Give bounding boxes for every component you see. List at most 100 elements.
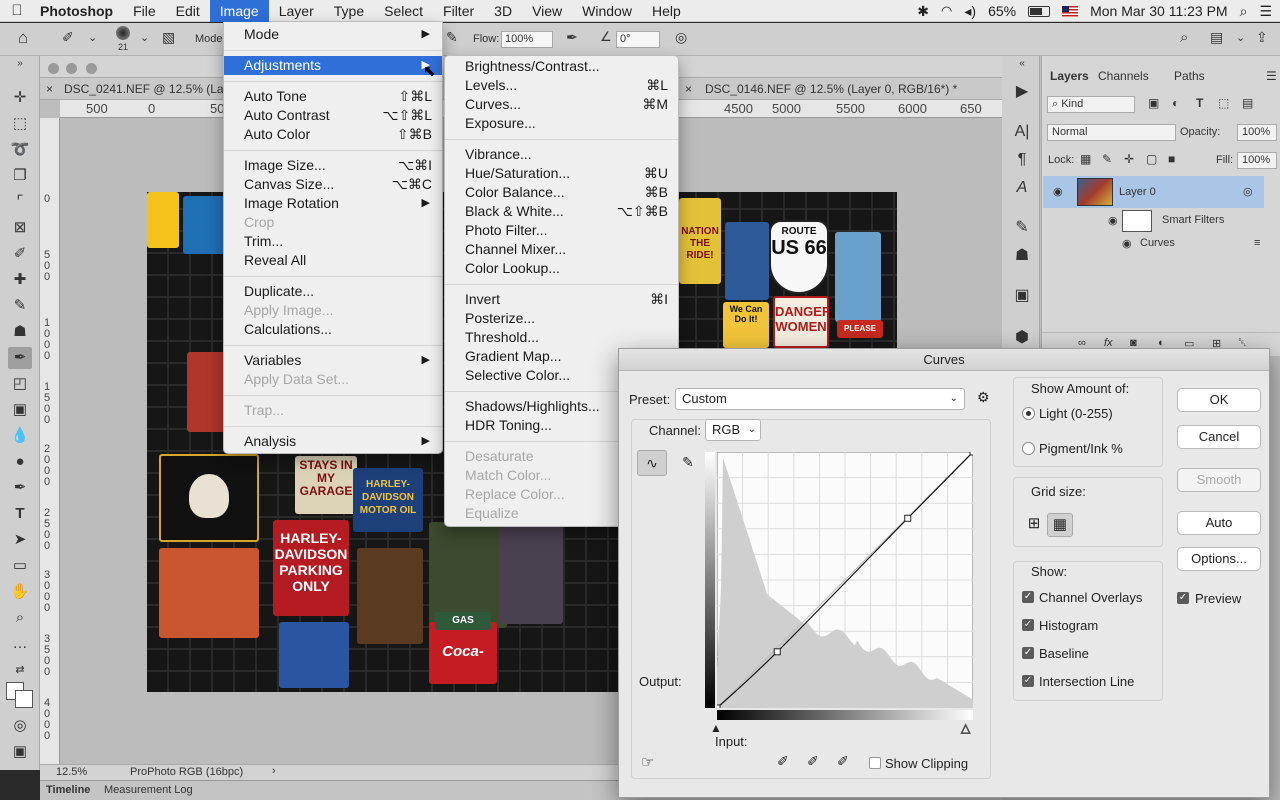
close-tab-icon[interactable]: × [46, 78, 56, 100]
image-menu-item-trim[interactable]: Trim... [224, 232, 442, 251]
gear-icon[interactable]: ⚙ [977, 389, 990, 406]
airbrush-icon[interactable]: ✒ [566, 29, 578, 46]
clone-source-icon[interactable]: ☗ [1012, 246, 1032, 266]
spotlight-search-icon[interactable]: ⌕ [1240, 3, 1248, 20]
tab-dsc-0146[interactable]: DSC_0146.NEF @ 12.5% (Layer 0, RGB/16*) … [705, 78, 1000, 100]
adjustments-item-black-white[interactable]: Black & White... ⌥⇧⌘B [445, 202, 678, 221]
workspace-icon[interactable]: ▤ [1210, 29, 1223, 46]
minimize-window-icon[interactable] [66, 63, 77, 74]
cancel-button[interactable]: Cancel [1177, 425, 1261, 449]
brush-settings-icon[interactable]: ▧ [162, 29, 175, 46]
filter-shape-icon[interactable]: ⬚ [1218, 96, 1229, 110]
dodge-tool-icon[interactable]: ● [8, 451, 32, 473]
more-tools-icon[interactable]: … [8, 633, 32, 655]
adjustments-item-levels[interactable]: Levels... ⌘L [445, 76, 678, 95]
light-radio[interactable] [1022, 407, 1035, 420]
screen-mode-icon[interactable]: ▣ [8, 741, 32, 763]
type-tool-icon[interactable]: T [8, 503, 32, 525]
curve-control-point[interactable] [969, 452, 973, 456]
image-menu-item-adjustments[interactable]: Adjustments ▶ [224, 56, 442, 75]
targeted-adjustment-icon[interactable]: ☞ [641, 753, 654, 771]
tab-layers[interactable]: Layers [1050, 69, 1089, 83]
frame-tool-icon[interactable]: ⊠ [8, 217, 32, 239]
menu-file[interactable]: File [123, 0, 166, 22]
character-panel-icon[interactable]: A| [1012, 122, 1032, 142]
wifi-icon[interactable]: ◠ [941, 3, 952, 19]
zoom-tool-icon[interactable]: ⌕ [8, 607, 32, 629]
home-icon[interactable]: ⌂ [18, 28, 28, 48]
smart-filter-mask-thumbnail[interactable] [1122, 210, 1152, 232]
lock-artboard-icon[interactable]: ▢ [1146, 152, 1157, 166]
tab-timeline[interactable]: Timeline [46, 784, 90, 796]
history-brush-tool-icon[interactable]: ✒ [8, 347, 32, 369]
tab-channels[interactable]: Channels [1098, 69, 1149, 83]
image-menu-item-mode[interactable]: Mode ▶ [224, 25, 442, 44]
intersection-line-checkbox[interactable]: ✓ [1022, 675, 1034, 687]
marquee-tool-icon[interactable]: ⬚ [8, 113, 32, 135]
filter-pixel-icon[interactable]: ▣ [1148, 96, 1159, 110]
adjustments-item-curves[interactable]: Curves... ⌘M [445, 95, 678, 114]
close-window-icon[interactable] [48, 63, 59, 74]
curve-graph[interactable] [717, 452, 973, 708]
adjustments-item-brightness-contrast[interactable]: Brightness/Contrast... [445, 57, 678, 76]
adjustments-item-hue-saturation[interactable]: Hue/Saturation... ⌘U [445, 164, 678, 183]
lock-image-icon[interactable]: ✎ [1102, 152, 1112, 166]
simple-grid-icon[interactable]: ⊞ [1023, 513, 1045, 535]
channel-select[interactable]: RGB ⌄ [705, 419, 761, 441]
path-selection-tool-icon[interactable]: ➤ [8, 529, 32, 551]
brush-tool-icon[interactable]: ✎ [8, 295, 32, 317]
curve-control-point[interactable] [773, 648, 781, 656]
curve-control-point[interactable] [904, 514, 912, 522]
gray-eyedropper-icon[interactable]: ✐ [807, 753, 819, 770]
menu-edit[interactable]: Edit [166, 0, 210, 22]
eraser-tool-icon[interactable]: ◰ [8, 373, 32, 395]
layer-name[interactable]: Layer 0 [1119, 186, 1156, 198]
swap-colors-icon[interactable]: ⇄ [8, 659, 32, 681]
menu-help[interactable]: Help [642, 0, 691, 22]
crop-tool-icon[interactable]: ⌜ [8, 191, 32, 213]
panel-collapse-icon[interactable]: « [1012, 58, 1032, 70]
image-menu-item-reveal-all[interactable]: Reveal All [224, 251, 442, 270]
hand-tool-icon[interactable]: ✋ [8, 581, 32, 603]
panel-collapse-icon[interactable]: » [8, 58, 32, 70]
pigment-radio[interactable] [1022, 442, 1035, 455]
visibility-eye-icon[interactable]: ◉ [1122, 237, 1132, 250]
blend-mode-select[interactable]: Normal [1047, 124, 1176, 141]
tool-preset-icon[interactable]: ✐ [62, 29, 74, 46]
menu-view[interactable]: View [522, 0, 572, 22]
battery-icon[interactable] [1028, 5, 1051, 17]
adjustments-item-exposure[interactable]: Exposure... [445, 114, 678, 133]
image-menu-item-variables[interactable]: Variables ▶ [224, 351, 442, 370]
auto-button[interactable]: Auto [1177, 511, 1261, 535]
channel-overlays-checkbox[interactable]: ✓ [1022, 591, 1034, 603]
image-menu-item-analysis[interactable]: Analysis ▶ [224, 432, 442, 451]
menu-layer[interactable]: Layer [269, 0, 324, 22]
smooth-button[interactable]: Smooth [1177, 468, 1261, 492]
clock[interactable]: Mon Mar 30 11:23 PM [1090, 3, 1227, 19]
chevron-down-icon[interactable]: ⌄ [1236, 31, 1245, 44]
image-menu-item-crop[interactable]: Crop [224, 213, 442, 232]
image-menu-item-auto-contrast[interactable]: Auto Contrast ⌥⇧⌘L [224, 106, 442, 125]
pencil-draw-icon[interactable]: ✎ [675, 450, 701, 476]
curve-control-point[interactable] [717, 704, 721, 708]
adjustments-item-invert[interactable]: Invert ⌘I [445, 290, 678, 309]
image-menu-item-image-rotation[interactable]: Image Rotation ▶ [224, 194, 442, 213]
menu-window[interactable]: Window [572, 0, 642, 22]
close-tab-icon[interactable]: × [685, 78, 695, 100]
properties-icon[interactable]: ▣ [1012, 286, 1032, 306]
search-icon[interactable]: ⌕ [1180, 29, 1188, 46]
adjustments-item-photo-filter[interactable]: Photo Filter... [445, 221, 678, 240]
chevron-down-icon[interactable]: ⌄ [88, 31, 97, 44]
brush-tip-icon[interactable] [116, 26, 130, 40]
tab-measurement-log[interactable]: Measurement Log [104, 784, 193, 796]
adjustments-item-vibrance[interactable]: Vibrance... [445, 145, 678, 164]
filter-blending-options-icon[interactable]: ≡ [1254, 237, 1260, 249]
adjustments-item-posterize[interactable]: Posterize... [445, 309, 678, 328]
preview-checkbox[interactable]: ✓ [1177, 592, 1189, 604]
image-menu-item-apply-image[interactable]: Apply Image... [224, 301, 442, 320]
baseline-checkbox[interactable]: ✓ [1022, 647, 1034, 659]
fill-input[interactable]: 100% [1237, 152, 1277, 169]
visibility-eye-icon[interactable]: ◉ [1053, 185, 1063, 198]
adjustments-item-channel-mixer[interactable]: Channel Mixer... [445, 240, 678, 259]
move-tool-icon[interactable]: ✛ [8, 87, 32, 109]
